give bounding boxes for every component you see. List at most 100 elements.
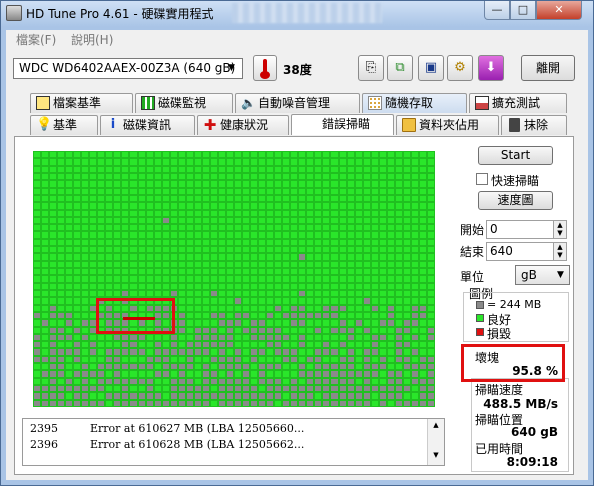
block-cell	[34, 276, 41, 282]
block-cell	[114, 210, 121, 216]
close-button[interactable]: ✕	[536, 1, 582, 20]
block-cell	[299, 269, 306, 275]
app-icon[interactable]	[6, 5, 22, 21]
block-cell	[347, 203, 354, 209]
tab-error-scan[interactable]: 錯誤掃瞄	[291, 114, 394, 135]
block-cell	[178, 188, 185, 194]
tab-health[interactable]: ✚ 健康狀況	[197, 115, 289, 135]
log-scrollbar[interactable]: ▲ ▼	[427, 419, 444, 465]
block-cell	[50, 239, 57, 246]
elapsed-time-value: 8:09:18	[506, 455, 558, 469]
tab-aam[interactable]: 🔈 自動噪音管理	[235, 93, 360, 113]
block-cell	[411, 225, 418, 231]
chevron-down-icon[interactable]: ▼	[228, 63, 235, 73]
block-cell	[106, 386, 113, 392]
block-cell	[243, 312, 250, 319]
block-cell	[259, 312, 266, 319]
block-cell	[138, 203, 145, 209]
block-cell	[194, 400, 201, 406]
block-cell	[403, 283, 410, 289]
block-cell	[210, 283, 217, 289]
end-position-input[interactable]: 640	[486, 242, 554, 261]
block-cell	[323, 298, 330, 304]
start-spinner[interactable]: ▲ ▼	[553, 220, 567, 239]
block-cell	[194, 239, 201, 246]
block-cell	[283, 276, 290, 282]
block-cell	[371, 261, 378, 268]
copy-text-button[interactable]: ⎘	[358, 55, 384, 81]
tab-benchmark[interactable]: 💡 基準	[30, 115, 98, 135]
block-cell	[50, 247, 57, 253]
block-cell	[395, 378, 402, 385]
block-cell	[267, 290, 274, 297]
block-cell	[299, 239, 306, 246]
start-position-input[interactable]: 0	[486, 220, 554, 239]
block-cell	[218, 342, 225, 348]
log-index: 2395	[30, 422, 58, 435]
end-spinner[interactable]: ▲ ▼	[553, 242, 567, 261]
block-cell	[419, 232, 426, 238]
options-button[interactable]: ⚙	[447, 55, 473, 81]
exit-button[interactable]: 離開	[521, 55, 575, 81]
minimize-button[interactable]: —	[484, 1, 510, 20]
maximize-button[interactable]: □	[510, 1, 536, 20]
tab-folder-usage[interactable]: 資料夾佔用	[396, 115, 499, 135]
speed-map-button[interactable]: 速度圖	[478, 191, 553, 210]
scroll-up-icon[interactable]: ▲	[428, 421, 444, 429]
tab-file-benchmark[interactable]: 檔案基準	[30, 93, 133, 113]
block-cell	[74, 290, 81, 297]
block-cell	[194, 173, 201, 180]
block-cell	[106, 334, 113, 341]
block-cell	[379, 166, 386, 172]
tab-random-access[interactable]: 隨機存取	[362, 93, 467, 113]
block-cell	[267, 312, 274, 319]
chevron-down-icon[interactable]: ▼	[557, 270, 564, 280]
tab-erase[interactable]: 抹除	[501, 115, 567, 135]
menu-help[interactable]: 說明(H)	[71, 31, 113, 48]
block-cell	[170, 254, 177, 260]
block-cell	[58, 400, 65, 406]
block-cell	[50, 334, 57, 341]
block-cell	[323, 152, 330, 158]
tab-disk-monitor[interactable]: 磁碟監視	[135, 93, 233, 113]
block-cell	[291, 349, 298, 355]
block-cell	[130, 173, 137, 180]
block-cell	[267, 393, 274, 399]
block-cell	[170, 239, 177, 246]
tab-extra-tests[interactable]: 擴充測試	[469, 93, 567, 113]
tab-disk-info[interactable]: i 磁碟資訊	[100, 115, 195, 135]
block-cell	[114, 152, 121, 158]
scroll-down-icon[interactable]: ▼	[428, 451, 444, 459]
block-cell	[194, 203, 201, 209]
block-cell	[403, 217, 410, 224]
block-cell	[411, 159, 418, 165]
block-cell	[146, 195, 153, 202]
quick-scan-label: 快速掃瞄	[491, 174, 540, 188]
block-cell	[283, 217, 290, 224]
block-cell	[427, 166, 434, 172]
download-button[interactable]: ⬇	[478, 55, 504, 81]
menu-file[interactable]: 檔案(F)	[16, 31, 56, 48]
block-cell	[218, 239, 225, 246]
block-cell	[162, 217, 169, 224]
save-button[interactable]: ▣	[418, 55, 444, 81]
block-cell	[74, 305, 81, 311]
block-cell	[243, 305, 250, 311]
start-button[interactable]: Start	[478, 146, 553, 165]
block-cell	[315, 225, 322, 231]
block-cell	[186, 386, 193, 392]
block-cell	[315, 152, 322, 158]
block-cell	[42, 276, 49, 282]
block-cell	[419, 356, 426, 363]
blurred-region	[232, 3, 382, 23]
block-cell	[427, 298, 434, 304]
block-cell	[379, 327, 386, 333]
block-cell	[66, 378, 73, 385]
start-position-label: 開始	[460, 223, 485, 237]
drive-select[interactable]: WDC WD6402AAEX-00Z3A (640 gB)	[13, 58, 243, 79]
copy-screenshot-button[interactable]: ⧉	[387, 55, 413, 81]
block-cell	[267, 298, 274, 304]
quick-scan-checkbox[interactable]	[476, 173, 488, 185]
block-cell	[243, 203, 250, 209]
block-cell	[315, 283, 322, 289]
